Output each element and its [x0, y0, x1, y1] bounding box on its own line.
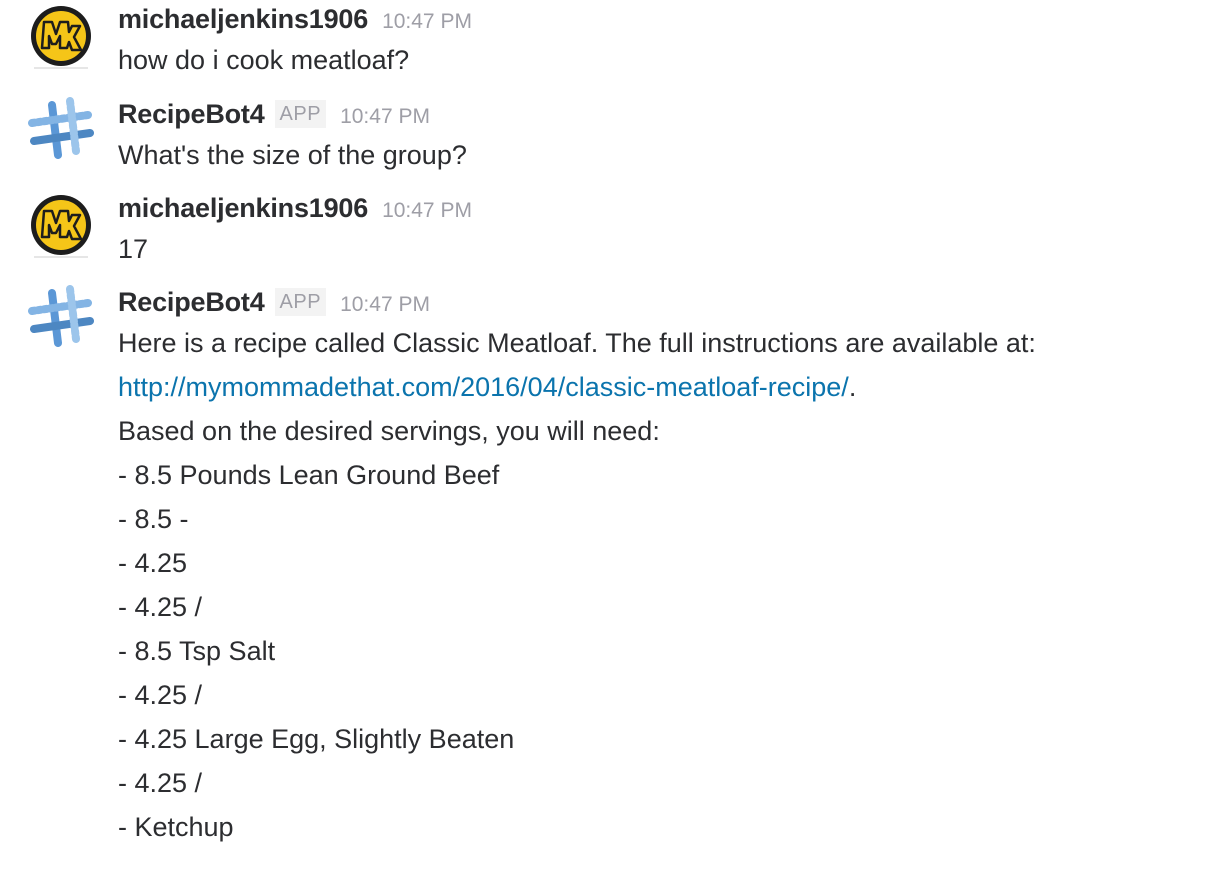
- mk-logo-avatar-icon: [28, 4, 94, 70]
- message-text: Here is a recipe called Classic Meatloaf…: [118, 328, 1036, 358]
- message-header: michaeljenkins1906 10:47 PM: [118, 0, 1200, 38]
- username-link[interactable]: RecipeBot4: [118, 99, 265, 129]
- message-timestamp[interactable]: 10:47 PM: [382, 10, 472, 33]
- message-timestamp[interactable]: 10:47 PM: [340, 293, 430, 316]
- recipe-link[interactable]: http://mymommadethat.com/2016/04/classic…: [118, 372, 849, 402]
- ingredient-item: - 4.25 /: [118, 680, 203, 710]
- recipe-link-line: http://mymommadethat.com/2016/04/classic…: [118, 365, 1200, 409]
- app-badge: APP: [274, 288, 327, 316]
- ingredient-item: - Ketchup: [118, 812, 234, 842]
- slack-hash-avatar-icon: [28, 285, 94, 347]
- slack-hash-avatar-icon: [28, 97, 94, 159]
- username-link[interactable]: RecipeBot4: [118, 287, 265, 317]
- user-avatar[interactable]: [28, 4, 94, 70]
- ingredient-item: - 4.25 /: [118, 592, 203, 622]
- ingredient-item: - 8.5 Pounds Lean Ground Beef: [118, 460, 500, 490]
- message-timestamp[interactable]: 10:47 PM: [340, 105, 430, 128]
- link-suffix: .: [848, 372, 857, 402]
- message-header: michaeljenkins1906 10:47 PM: [118, 189, 1200, 227]
- ingredient-item: - 4.25: [118, 548, 188, 578]
- message-text: 17: [118, 234, 149, 264]
- app-badge: APP: [274, 100, 327, 128]
- message-timestamp[interactable]: 10:47 PM: [382, 199, 472, 222]
- username-link[interactable]: michaeljenkins1906: [118, 4, 368, 34]
- message-header: RecipeBot4 APP 10:47 PM: [118, 283, 1200, 321]
- username-link[interactable]: michaeljenkins1906: [118, 193, 368, 223]
- message-text: how do i cook meatloaf?: [118, 45, 410, 75]
- ingredient-item: - 4.25 Large Egg, Slightly Beaten: [118, 724, 515, 754]
- mk-logo-avatar-icon: [28, 193, 94, 259]
- bot-avatar[interactable]: [28, 97, 94, 163]
- ingredient-item: - 8.5 -: [118, 504, 189, 534]
- ingredient-item: - 4.25 /: [118, 768, 203, 798]
- message-text: Based on the desired servings, you will …: [118, 416, 660, 446]
- ingredient-item: - 8.5 Tsp Salt: [118, 636, 276, 666]
- user-avatar[interactable]: [28, 193, 94, 259]
- message-header: RecipeBot4 APP 10:47 PM: [118, 95, 1200, 133]
- bot-avatar[interactable]: [28, 285, 94, 351]
- message-text: What's the size of the group?: [118, 140, 467, 170]
